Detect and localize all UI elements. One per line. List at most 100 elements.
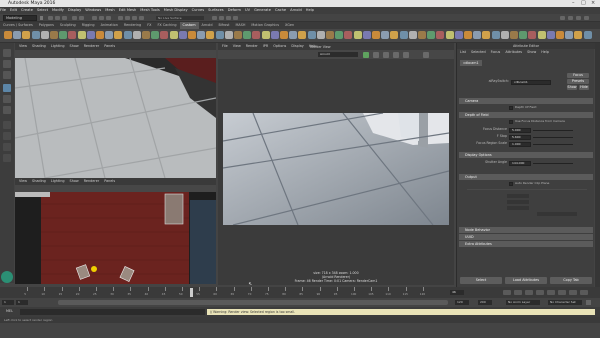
- shelf-tool-icon[interactable]: [188, 31, 196, 39]
- side-tab-strip[interactable]: [595, 43, 600, 288]
- minimize-icon[interactable]: –: [572, 0, 575, 7]
- rv-menu-file[interactable]: File: [222, 44, 228, 48]
- rv-menu-options[interactable]: Options: [273, 44, 286, 48]
- vp2-menu-shading[interactable]: Shading: [32, 179, 46, 183]
- vp2-menu-lighting[interactable]: Lighting: [51, 179, 65, 183]
- ae-focus-distance-slider[interactable]: [533, 130, 573, 131]
- shelf-tab-rigging[interactable]: Rigging: [79, 22, 98, 29]
- shelf-tool-icon[interactable]: [353, 31, 362, 39]
- snap-surface-icon[interactable]: [139, 16, 144, 20]
- color-channel-icon[interactable]: [423, 52, 429, 58]
- ae-section-extra[interactable]: Extra Attributes: [459, 241, 593, 247]
- shelf-tool-icon[interactable]: [362, 31, 371, 39]
- ae-clip-plane-checkbox[interactable]: [509, 182, 513, 186]
- snapshot-icon[interactable]: [383, 52, 389, 58]
- shelf-tool-icon[interactable]: [390, 31, 399, 39]
- shelf-tool-icon[interactable]: [418, 31, 426, 39]
- rv-menu-ipr[interactable]: IPR: [263, 44, 268, 48]
- ae-show-button[interactable]: Show: [567, 85, 577, 90]
- hypershade-icon[interactable]: [233, 16, 238, 20]
- outliner-layout-icon[interactable]: [3, 143, 11, 151]
- rv-menu-display[interactable]: Display: [291, 44, 304, 48]
- shelf-tool-icon[interactable]: [50, 31, 58, 39]
- menu-display[interactable]: Display: [68, 8, 81, 12]
- shelf-tool-icon[interactable]: [169, 31, 178, 39]
- ae-dof-checkbox[interactable]: [509, 106, 513, 110]
- move-tool-icon[interactable]: [3, 84, 11, 92]
- render-camera-dropdown[interactable]: Arnold: [318, 52, 358, 57]
- shelf-tool-icon[interactable]: [4, 31, 12, 39]
- shelf-tab-rendering[interactable]: Rendering: [121, 22, 144, 29]
- range-end-field[interactable]: 120: [455, 300, 469, 305]
- ae-menu-list[interactable]: List: [460, 50, 466, 54]
- shelf-tool-icon[interactable]: [500, 31, 509, 39]
- ae-section-dof[interactable]: Depth of Field: [459, 112, 593, 118]
- render-region-icon[interactable]: [373, 52, 379, 58]
- shelf-tab-bifrost[interactable]: Bifrost: [216, 22, 233, 29]
- vp2-menu-panels[interactable]: Panels: [104, 179, 115, 183]
- ae-menu-attributes[interactable]: Attributes: [505, 50, 522, 54]
- attribute-editor-icon[interactable]: [576, 16, 581, 20]
- modeling-toolkit-icon[interactable]: [560, 16, 565, 20]
- single-perspective-icon[interactable]: [3, 121, 11, 129]
- step-back-key-icon[interactable]: [514, 290, 522, 295]
- shelf-tool-icon[interactable]: [178, 31, 187, 39]
- shelf-tool-icon[interactable]: [298, 31, 307, 39]
- go-end-icon[interactable]: [580, 290, 588, 295]
- shelf-tool-icon[interactable]: [59, 31, 68, 39]
- ae-load-attributes-button[interactable]: Load Attributes: [505, 277, 547, 284]
- menu-modify[interactable]: Modify: [52, 8, 64, 12]
- command-input[interactable]: [20, 309, 205, 315]
- shelf-tab-fx[interactable]: FX: [144, 22, 154, 29]
- shelf-tool-icon[interactable]: [436, 31, 445, 39]
- vp-menu-renderer[interactable]: Renderer: [84, 44, 99, 48]
- menu-surfaces[interactable]: Surfaces: [208, 8, 224, 12]
- ae-focus-region-field[interactable]: 1.000: [509, 142, 531, 147]
- new-scene-icon[interactable]: [48, 16, 53, 20]
- ae-fstop-slider[interactable]: [533, 137, 573, 138]
- ae-section-node-behavior[interactable]: Node Behavior: [459, 227, 593, 233]
- shelf-tool-icon[interactable]: [280, 31, 288, 39]
- shelf-tool-icon[interactable]: [132, 31, 141, 39]
- select-hierarchy-icon[interactable]: [92, 16, 97, 20]
- shelf-tool-icon[interactable]: [519, 31, 528, 39]
- paint-select-icon[interactable]: [3, 71, 11, 79]
- anim-layer-dropdown[interactable]: No Anim Layer: [506, 300, 540, 305]
- play-forward-icon[interactable]: [547, 290, 555, 295]
- ae-node-tab[interactable]: cdbcam1: [460, 60, 482, 66]
- close-icon[interactable]: ×: [591, 0, 595, 7]
- shelf-tool-icon[interactable]: [381, 31, 390, 39]
- ae-section-uuid[interactable]: UUID: [459, 234, 593, 240]
- menu-arnold[interactable]: Arnold: [290, 8, 302, 12]
- shelf-tab-curves-surfaces[interactable]: Curves / Surfaces: [0, 22, 36, 29]
- shelf-tool-icon[interactable]: [556, 31, 564, 39]
- shelf-tool-icon[interactable]: [399, 31, 408, 39]
- ae-section-camera[interactable]: Camera: [459, 98, 593, 104]
- select-object-icon[interactable]: [99, 16, 104, 20]
- shelf-tool-icon[interactable]: [13, 31, 22, 39]
- menu-mesh-tools[interactable]: Mesh Tools: [140, 8, 159, 12]
- ae-node-name-field[interactable]: cdbcam1: [511, 80, 551, 85]
- vp2-menu-show[interactable]: Show: [70, 179, 79, 183]
- shelf-tool-icon[interactable]: [454, 31, 463, 39]
- shelf-tool-icon[interactable]: [491, 31, 500, 39]
- step-back-icon[interactable]: [525, 290, 533, 295]
- shelf-tab-xgen[interactable]: XGen: [282, 22, 297, 29]
- shelf-tool-icon[interactable]: [335, 31, 344, 39]
- shelf-tool-icon[interactable]: [252, 31, 261, 39]
- shelf-tool-icon[interactable]: [142, 31, 150, 39]
- four-view-icon[interactable]: [3, 132, 11, 140]
- maximize-icon[interactable]: □: [581, 0, 586, 7]
- range-slider[interactable]: [58, 300, 448, 305]
- menu-edit[interactable]: Edit: [10, 8, 17, 12]
- render-settings-icon[interactable]: [226, 16, 231, 20]
- ae-menu-focus[interactable]: Focus: [491, 50, 501, 54]
- ae-shutter-slider[interactable]: [533, 163, 573, 164]
- shelf-tab-fx-caching[interactable]: FX Caching: [154, 22, 179, 29]
- vp2-menu-view[interactable]: View: [19, 179, 27, 183]
- menu-cache[interactable]: Cache: [275, 8, 286, 12]
- shelf-tool-icon[interactable]: [510, 31, 518, 39]
- lasso-tool-icon[interactable]: [3, 60, 11, 68]
- shelf-tool-icon[interactable]: [261, 31, 270, 39]
- shelf-tool-icon[interactable]: [77, 31, 86, 39]
